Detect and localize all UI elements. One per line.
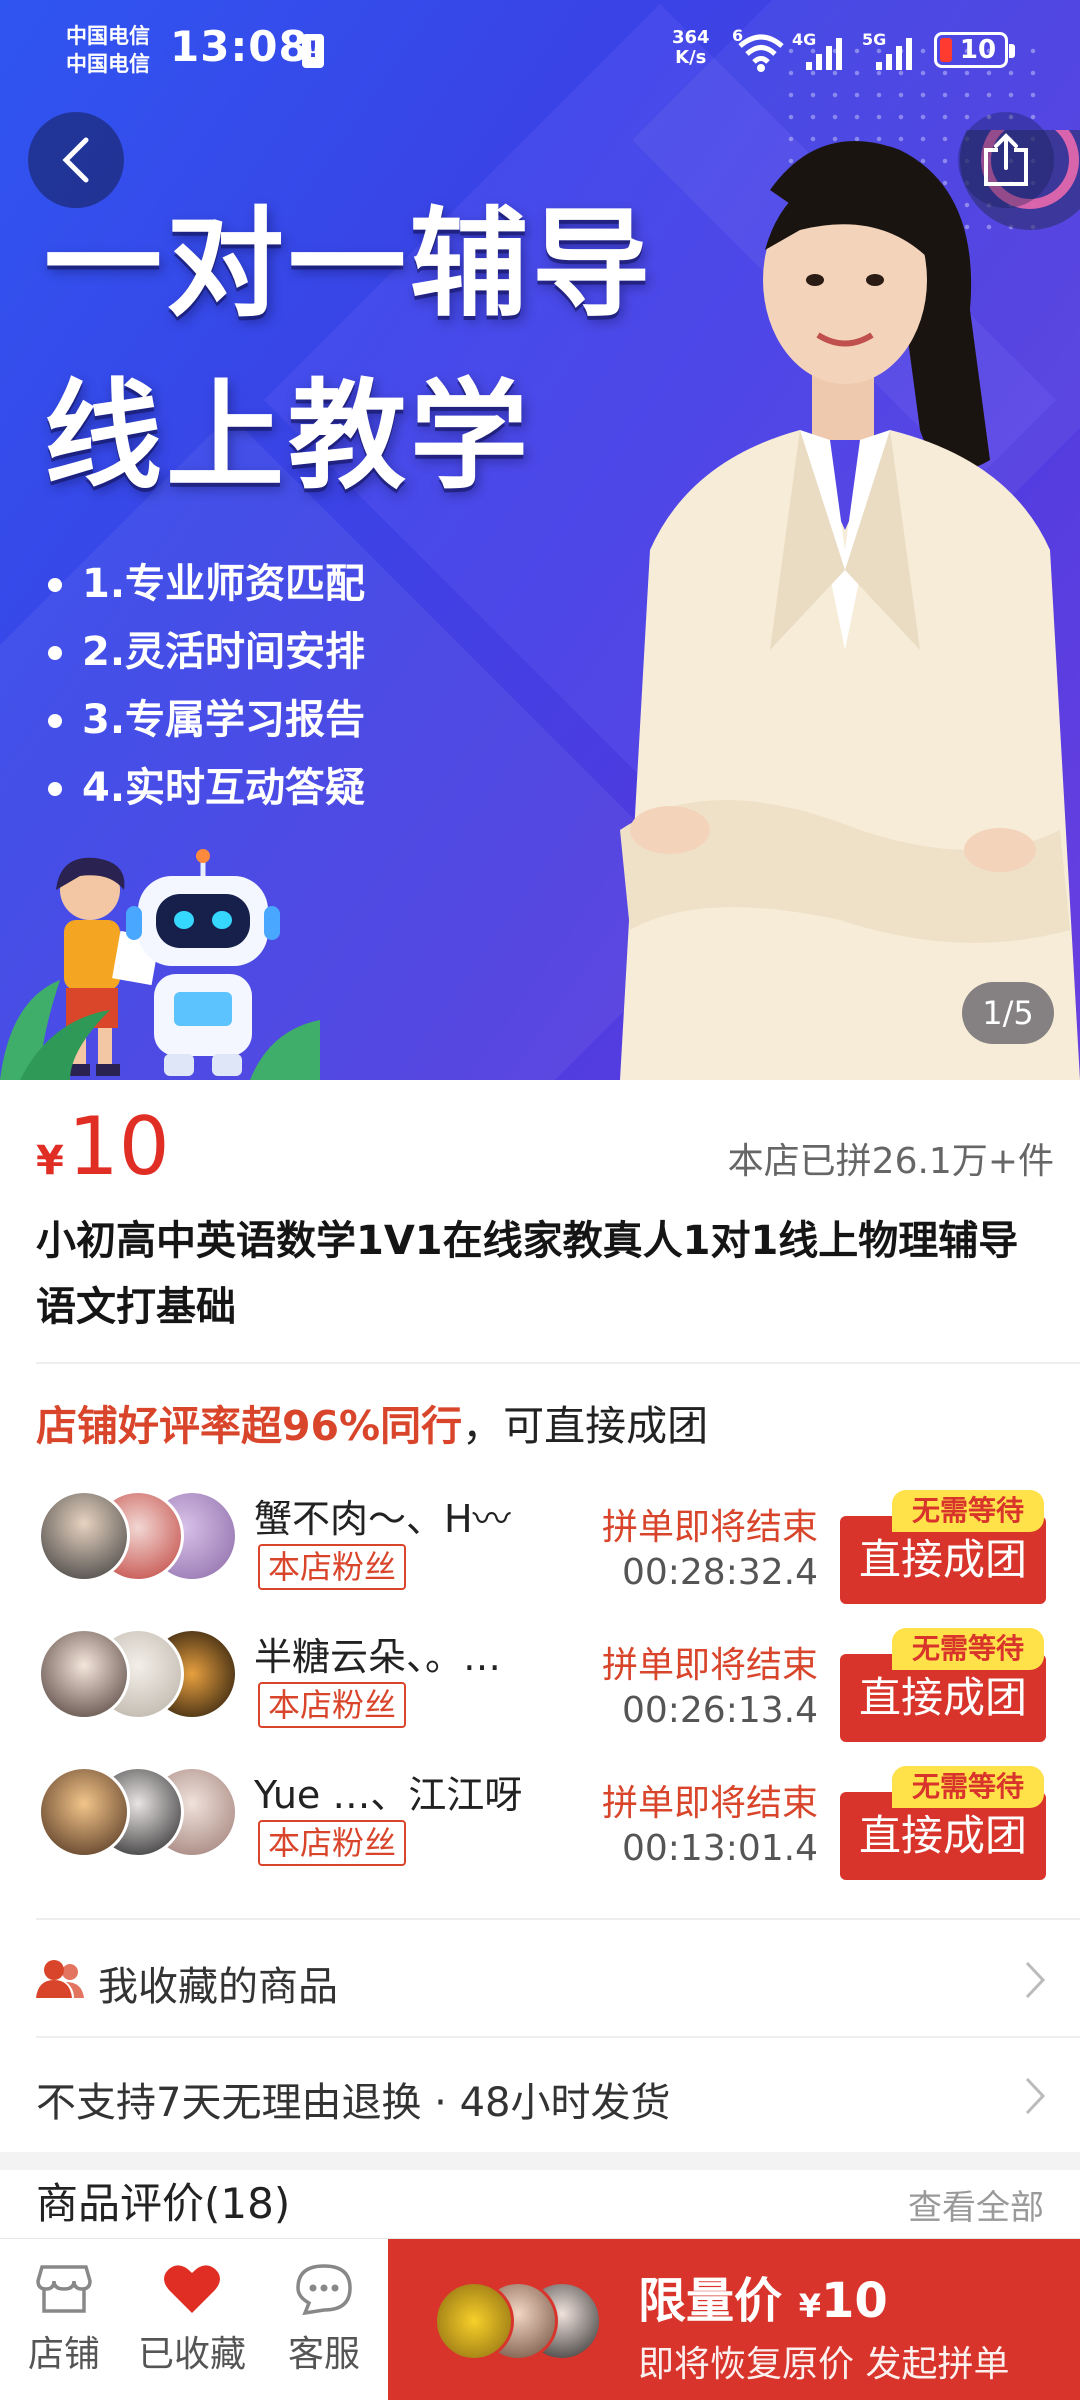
fan-tag: 本店粉丝 xyxy=(258,1544,407,1590)
group-buy-item[interactable]: 半糖云朵、。… 本店粉丝 拼单即将结束 00:26:13.4 直接成团 无需等待 xyxy=(0,1618,1080,1756)
favorited-label: 已收藏 xyxy=(137,2334,246,2375)
product-page: 中国电信 中国电信 13:08 ! 364 K/s 6 4G 5G 10 一对一… xyxy=(0,0,1080,2400)
clock: 13:08 xyxy=(170,22,309,71)
customer-service-button[interactable]: 客服 xyxy=(264,2263,384,2377)
group-buy-item[interactable]: Yue …、江江呀 本店粉丝 拼单即将结束 00:13:01.4 直接成团 无需… xyxy=(0,1756,1080,1894)
chat-icon xyxy=(296,2264,352,2316)
group-countdown: 00:28:32.4 xyxy=(621,1552,818,1593)
avatar xyxy=(38,1628,130,1720)
see-all-reviews-link[interactable]: 查看全部 xyxy=(908,2180,1044,2229)
network-speed-unit: K/s xyxy=(675,47,707,68)
group-countdown: 00:13:01.4 xyxy=(621,1828,818,1869)
rating-highlight: 店铺好评率超96%同行 xyxy=(36,1402,463,1450)
heart-icon xyxy=(164,2265,220,2313)
divider xyxy=(36,1918,1080,1920)
network-speed: 364 K/s xyxy=(672,28,710,68)
group-name: Yue …、江江呀 xyxy=(254,1773,523,1817)
image-pager: 1/5 xyxy=(962,982,1054,1044)
group-name: 半糖云朵、。… xyxy=(254,1635,502,1679)
service-info: 不支持7天无理由退换 · 48小时发货 xyxy=(36,2080,671,2126)
product-image-carousel[interactable]: 中国电信 中国电信 13:08 ! 364 K/s 6 4G 5G 10 一对一… xyxy=(0,0,1080,1080)
group-buy-item[interactable]: 蟹不肉～、H〰 本店粉丝 拼单即将结束 00:28:32.4 直接成团 无需等待 xyxy=(0,1480,1080,1618)
rating-text: ，可直接成团 xyxy=(462,1402,709,1450)
start-group-buy-label: 即将恢复原价 发起拼单 xyxy=(638,2344,1010,2385)
banner-headline-1: 一对一辅导 xyxy=(44,195,655,333)
limited-price-value: 10 xyxy=(821,2273,888,2329)
battery-icon: 10 xyxy=(934,32,1015,68)
carrier-names: 中国电信 中国电信 xyxy=(66,22,150,78)
product-title: 小初高中英语数学1V1在线家教真人1对1线上物理辅导语文打基础 xyxy=(36,1218,1019,1330)
group-buy-list: 蟹不肉～、H〰 本店粉丝 拼单即将结束 00:28:32.4 直接成团 无需等待… xyxy=(0,1480,1080,1894)
share-button[interactable] xyxy=(958,112,1054,208)
battery-level: 10 xyxy=(959,35,997,65)
participant-avatars xyxy=(38,1628,238,1724)
participant-avatars xyxy=(38,1766,238,1862)
divider xyxy=(36,2036,1080,2038)
chevron-right-icon xyxy=(1025,1961,1046,1999)
currency-symbol: ¥ xyxy=(36,1138,64,1184)
feature-item: 2.灵活时间安排 xyxy=(48,620,365,688)
avatar xyxy=(434,2281,514,2361)
no-wait-badge: 无需等待 xyxy=(892,1628,1044,1670)
network-speed-value: 364 xyxy=(672,27,710,48)
no-wait-badge: 无需等待 xyxy=(892,1766,1044,1808)
group-status: 拼单即将结束 xyxy=(601,1507,818,1548)
bottom-action-bar: 店铺 已收藏 客服 限量价 ¥10 即将恢复原价 发起拼单 xyxy=(0,2238,1080,2400)
users-icon xyxy=(36,1960,84,1998)
shop-button[interactable]: 店铺 xyxy=(4,2263,124,2377)
currency-symbol: ¥ xyxy=(798,2287,821,2325)
group-countdown: 00:26:13.4 xyxy=(621,1690,818,1731)
divider xyxy=(36,1362,1080,1364)
service-row[interactable]: 不支持7天无理由退换 · 48小时发货 xyxy=(36,2040,1046,2152)
start-group-buy-button[interactable]: 限量价 ¥10 即将恢复原价 发起拼单 xyxy=(388,2239,1080,2400)
notification-alert-icon: ! xyxy=(302,34,324,68)
section-gap xyxy=(0,2152,1080,2170)
fan-tag: 本店粉丝 xyxy=(258,1820,407,1866)
group-status: 拼单即将结束 xyxy=(601,1645,818,1686)
price-value: 10 xyxy=(67,1100,170,1193)
limited-price-label: 限量价 xyxy=(638,2273,783,2329)
share-icon xyxy=(984,133,1028,186)
store-rating: 店铺好评率超96%同行，可直接成团 xyxy=(36,1392,708,1452)
status-bar: 中国电信 中国电信 13:08 ! 364 K/s 6 4G 5G 10 xyxy=(0,0,1080,100)
wifi-icon xyxy=(738,34,784,72)
sold-count: 本店已拼26.1万+件 xyxy=(727,1141,1054,1182)
limited-price: 限量价 ¥10 xyxy=(638,2261,888,2331)
favorites-row[interactable]: 我收藏的商品 xyxy=(36,1924,1046,2036)
service-label: 客服 xyxy=(287,2334,360,2375)
price: ¥10 xyxy=(36,1100,170,1193)
carrier-1: 中国电信 xyxy=(66,24,150,48)
shop-label: 店铺 xyxy=(27,2334,100,2375)
avatar xyxy=(38,1766,130,1858)
avatar xyxy=(38,1490,130,1582)
feature-item: 1.专业师资匹配 xyxy=(48,552,365,620)
no-wait-badge: 无需等待 xyxy=(892,1490,1044,1532)
feature-item: 4.实时互动答疑 xyxy=(48,756,365,824)
banner-feature-list: 1.专业师资匹配 2.灵活时间安排 3.专属学习报告 4.实时互动答疑 xyxy=(48,552,365,824)
wifi-label: 6 xyxy=(732,26,744,45)
buyer-avatars xyxy=(434,2281,604,2365)
plant-decoration xyxy=(0,980,320,1080)
participant-avatars xyxy=(38,1490,238,1586)
group-name: 蟹不肉～、H〰 xyxy=(254,1497,511,1541)
fan-tag: 本店粉丝 xyxy=(258,1682,407,1728)
group-status: 拼单即将结束 xyxy=(601,1783,818,1824)
favorites-label: 我收藏的商品 xyxy=(98,1964,338,2010)
reviews-title: 商品评价(18) xyxy=(36,2179,291,2228)
banner-headline-2: 线上教学 xyxy=(44,367,533,505)
favorite-button[interactable]: 已收藏 xyxy=(132,2263,252,2377)
chevron-right-icon xyxy=(1025,2077,1046,2115)
carrier-2: 中国电信 xyxy=(66,52,150,76)
feature-item: 3.专属学习报告 xyxy=(48,688,365,756)
store-icon xyxy=(36,2265,92,2313)
